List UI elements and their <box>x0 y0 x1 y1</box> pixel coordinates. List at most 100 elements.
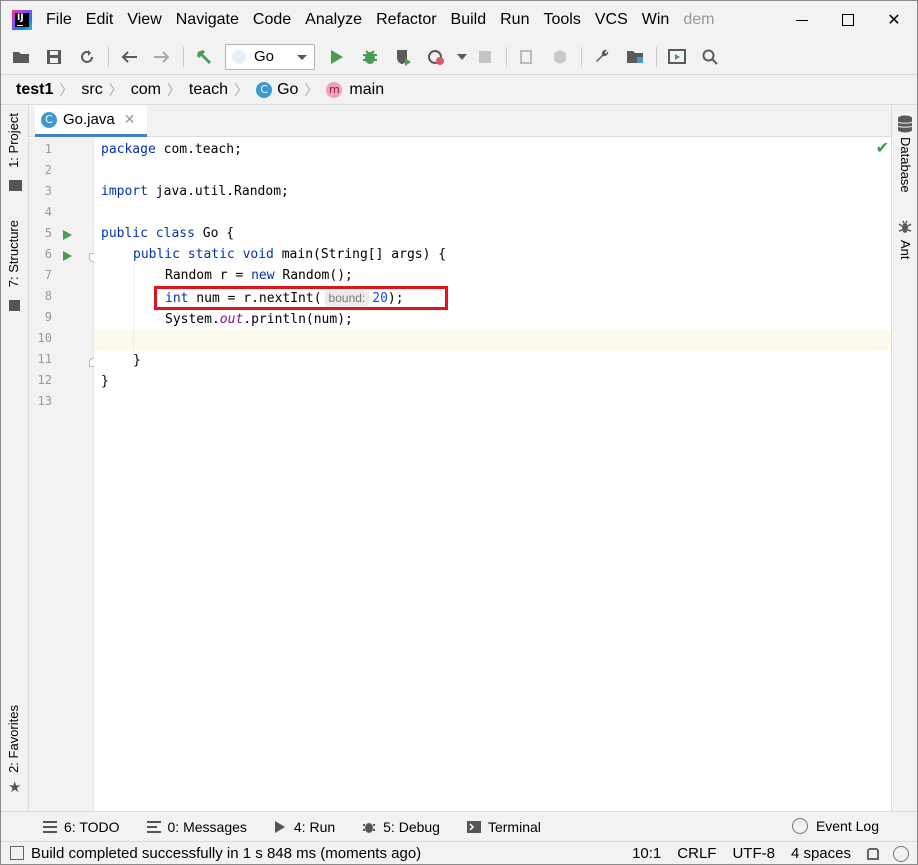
inspector-face-icon[interactable] <box>893 845 909 862</box>
breadcrumb-class-go[interactable]: C Go <box>256 81 298 99</box>
close-button[interactable]: ✕ <box>871 1 917 39</box>
inspection-ok-check-icon[interactable]: ✔ <box>876 138 889 158</box>
tool-tab-structure[interactable]: 7: Structure <box>6 220 21 287</box>
config-icon <box>232 49 246 64</box>
save-icon[interactable] <box>42 45 66 69</box>
tool-run[interactable]: 4: Run <box>274 819 335 835</box>
chevron-down-icon[interactable] <box>457 45 467 69</box>
breadcrumb-method-main[interactable]: m main <box>326 81 384 99</box>
run-configuration-select[interactable]: Go <box>225 43 315 70</box>
todo-list-icon <box>43 820 57 833</box>
toolbar-separator <box>506 46 507 67</box>
tool-tab-database[interactable]: Database <box>898 137 913 193</box>
terminal-icon <box>466 820 481 833</box>
maximize-button[interactable] <box>825 1 871 39</box>
sync-icon[interactable] <box>75 45 99 69</box>
vcs-commit-icon[interactable] <box>548 45 572 69</box>
bottom-tool-bar: 6: TODO 0: Messages 4: Run 5: Debug Term… <box>1 811 917 841</box>
menu-file[interactable]: File <box>46 11 72 29</box>
coverage-shield-icon[interactable] <box>391 45 415 69</box>
code-text: main(String[] args) { <box>273 247 447 262</box>
menu-analyze[interactable]: Analyze <box>305 11 362 29</box>
tool-tab-project[interactable]: 1: Project <box>6 113 21 168</box>
breadcrumb-src[interactable]: src <box>81 81 102 99</box>
class-icon: C <box>41 111 57 128</box>
line-number: 6 <box>44 247 52 261</box>
code-line-1: package com.teach; <box>101 139 242 160</box>
line-number: 5 <box>44 226 52 240</box>
menu-build[interactable]: Build <box>451 11 487 29</box>
line-separator[interactable]: CRLF <box>677 845 716 862</box>
editor-gutter: 1 2 3 4 5 6 7 8 9 10 11 12 13 <box>29 138 98 811</box>
stop-icon[interactable] <box>473 45 497 69</box>
run-icon[interactable] <box>325 45 349 69</box>
tool-messages[interactable]: 0: Messages <box>146 819 247 835</box>
ant-icon <box>898 220 912 233</box>
vcs-update-icon[interactable] <box>515 45 539 69</box>
debug-bug-icon[interactable] <box>358 45 382 69</box>
breadcrumb-com[interactable]: com <box>131 81 161 99</box>
code-editor[interactable]: ✔ package com.teach; import java.util.Ra… <box>94 138 891 811</box>
keyword: public static void <box>133 247 274 262</box>
breadcrumb-method-label: main <box>349 80 385 98</box>
menu-tools[interactable]: Tools <box>543 11 580 29</box>
menu-refactor[interactable]: Refactor <box>376 11 436 29</box>
run-main-gutter-icon[interactable] <box>63 251 72 261</box>
structure-icon <box>9 300 20 311</box>
tool-debug[interactable]: 5: Debug <box>362 819 440 835</box>
status-message[interactable]: Build completed successfully in 1 s 848 … <box>31 845 421 862</box>
toolbar-separator <box>656 46 657 67</box>
breadcrumb: test1 〉 src 〉 com 〉 teach 〉 C Go 〉 m mai… <box>1 74 917 105</box>
open-folder-icon[interactable] <box>9 45 33 69</box>
menu-view[interactable]: View <box>127 11 161 29</box>
run-class-gutter-icon[interactable] <box>63 230 72 240</box>
line-number: 12 <box>37 373 52 387</box>
build-hammer-icon[interactable] <box>192 45 216 69</box>
menu-bar: IJ File Edit View Navigate Code Analyze … <box>1 1 917 39</box>
static-field: out <box>219 312 244 327</box>
back-arrow-icon[interactable] <box>117 45 141 69</box>
tool-terminal[interactable]: Terminal <box>466 818 541 835</box>
forward-arrow-icon[interactable] <box>150 45 174 69</box>
menu-window[interactable]: Win <box>642 11 670 29</box>
left-tool-strip: 1: Project 7: Structure 2: Favorites ★ <box>1 105 29 811</box>
intellij-logo-icon: IJ <box>12 10 32 30</box>
minimize-button[interactable] <box>779 1 825 39</box>
status-bar: Build completed successfully in 1 s 848 … <box>1 841 917 864</box>
tool-todo[interactable]: 6: TODO <box>43 819 120 835</box>
code-text: java.util.Random; <box>147 184 289 199</box>
indent-setting[interactable]: 4 spaces <box>791 845 851 862</box>
code-text: } <box>133 353 141 368</box>
close-tab-icon[interactable]: ✕ <box>124 111 136 128</box>
tool-tab-ant[interactable]: Ant <box>898 240 913 260</box>
settings-wrench-icon[interactable] <box>590 45 614 69</box>
menu-run[interactable]: Run <box>500 11 529 29</box>
toggle-tool-windows-icon[interactable] <box>10 846 24 860</box>
menu-code[interactable]: Code <box>253 11 291 29</box>
search-icon[interactable] <box>698 45 722 69</box>
project-structure-icon[interactable] <box>623 45 647 69</box>
current-line-highlight <box>94 330 891 351</box>
menu-navigate[interactable]: Navigate <box>176 11 239 29</box>
presentation-icon[interactable] <box>665 45 689 69</box>
tool-event-log[interactable]: Event Log <box>791 818 879 834</box>
breadcrumb-class-label: Go <box>277 80 299 98</box>
profile-icon[interactable] <box>424 45 448 69</box>
file-encoding[interactable]: UTF-8 <box>732 845 775 862</box>
editor-tab-go-java[interactable]: C Go.java ✕ <box>35 105 147 137</box>
keyword: package <box>101 142 156 157</box>
tool-run-label: 4: Run <box>293 818 336 835</box>
tool-terminal-label: Terminal <box>487 818 541 835</box>
menu-edit[interactable]: Edit <box>86 11 114 29</box>
code-text: Random(); <box>274 268 353 283</box>
lock-icon[interactable] <box>867 847 879 860</box>
tool-tab-favorites[interactable]: 2: Favorites <box>6 705 21 773</box>
tool-event-log-label: Event Log <box>815 818 879 834</box>
caret-position[interactable]: 10:1 <box>632 845 661 862</box>
annotation-highlight-box <box>154 286 448 310</box>
line-number: 13 <box>37 394 52 408</box>
breadcrumb-teach[interactable]: teach <box>189 81 228 99</box>
window-controls: ✕ <box>779 1 917 39</box>
breadcrumb-project[interactable]: test1 <box>16 81 53 99</box>
menu-vcs[interactable]: VCS <box>595 11 628 29</box>
